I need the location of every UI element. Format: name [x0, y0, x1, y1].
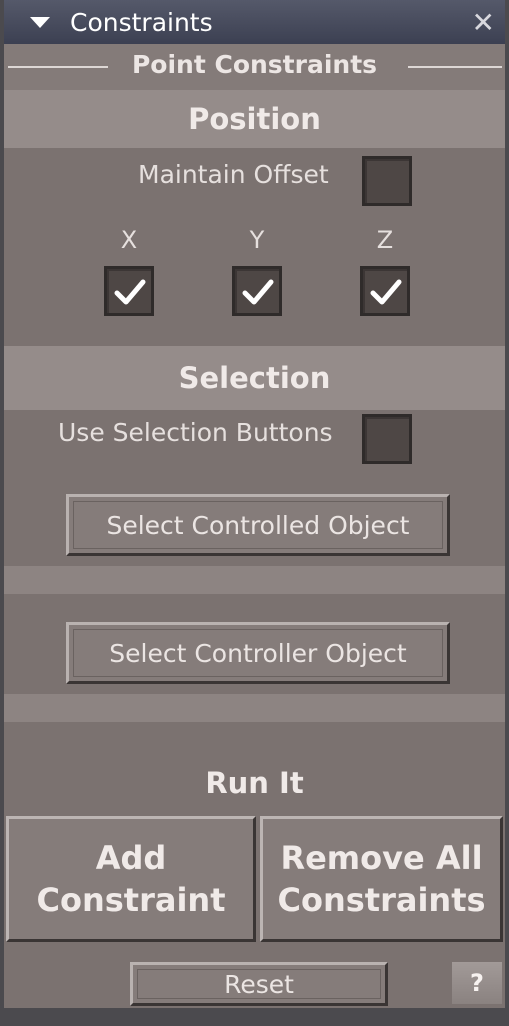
- select-controller-object-label: Select Controller Object: [109, 638, 407, 668]
- title-bar[interactable]: Constraints ✕: [4, 0, 505, 44]
- frame-header: Point Constraints: [4, 44, 505, 90]
- select-controlled-object-label: Select Controlled Object: [106, 510, 410, 540]
- checkmark-icon: [370, 279, 402, 305]
- frame-label: Point Constraints: [131, 50, 378, 79]
- maintain-offset-checkbox[interactable]: [362, 156, 412, 206]
- run-it-heading: Run It: [4, 752, 505, 814]
- use-selection-buttons-checkbox[interactable]: [362, 414, 412, 464]
- axis-x-checkbox[interactable]: [104, 266, 154, 316]
- add-constraint-label-line2: Constraint: [36, 881, 226, 919]
- use-selection-buttons-label: Use Selection Buttons: [58, 418, 333, 447]
- constraints-panel: Constraints ✕ Point Constraints Position…: [0, 0, 509, 1026]
- select-controlled-object-button[interactable]: Select Controlled Object: [66, 494, 450, 556]
- collapse-triangle-icon[interactable]: [30, 16, 50, 28]
- axis-z-label: Z: [376, 226, 394, 254]
- maintain-offset-label: Maintain Offset: [138, 160, 329, 189]
- axis-y-label: Y: [249, 226, 265, 254]
- add-constraint-button[interactable]: Add Constraint: [6, 816, 256, 942]
- selection-separator: [4, 566, 505, 594]
- window-title: Constraints: [70, 7, 213, 37]
- remove-all-label-line1: Remove All: [280, 839, 483, 877]
- position-heading: Position: [4, 90, 505, 148]
- close-icon[interactable]: ✕: [472, 6, 495, 39]
- help-button[interactable]: ?: [452, 962, 502, 1004]
- axis-z-checkbox[interactable]: [360, 266, 410, 316]
- selection-heading: Selection: [4, 346, 505, 410]
- reset-label: Reset: [224, 969, 294, 999]
- bottom-border: [4, 1008, 505, 1026]
- selection-separator-lower: [4, 694, 505, 722]
- axis-x-label: X: [120, 226, 138, 254]
- reset-button[interactable]: Reset: [130, 962, 388, 1006]
- remove-all-constraints-button[interactable]: Remove All Constraints: [260, 816, 503, 942]
- checkmark-icon: [242, 279, 274, 305]
- checkmark-icon: [114, 279, 146, 305]
- help-icon: ?: [470, 969, 484, 997]
- select-controller-object-button[interactable]: Select Controller Object: [66, 622, 450, 684]
- remove-all-label-line2: Constraints: [277, 881, 486, 919]
- add-constraint-label-line1: Add: [95, 839, 167, 877]
- axis-y-checkbox[interactable]: [232, 266, 282, 316]
